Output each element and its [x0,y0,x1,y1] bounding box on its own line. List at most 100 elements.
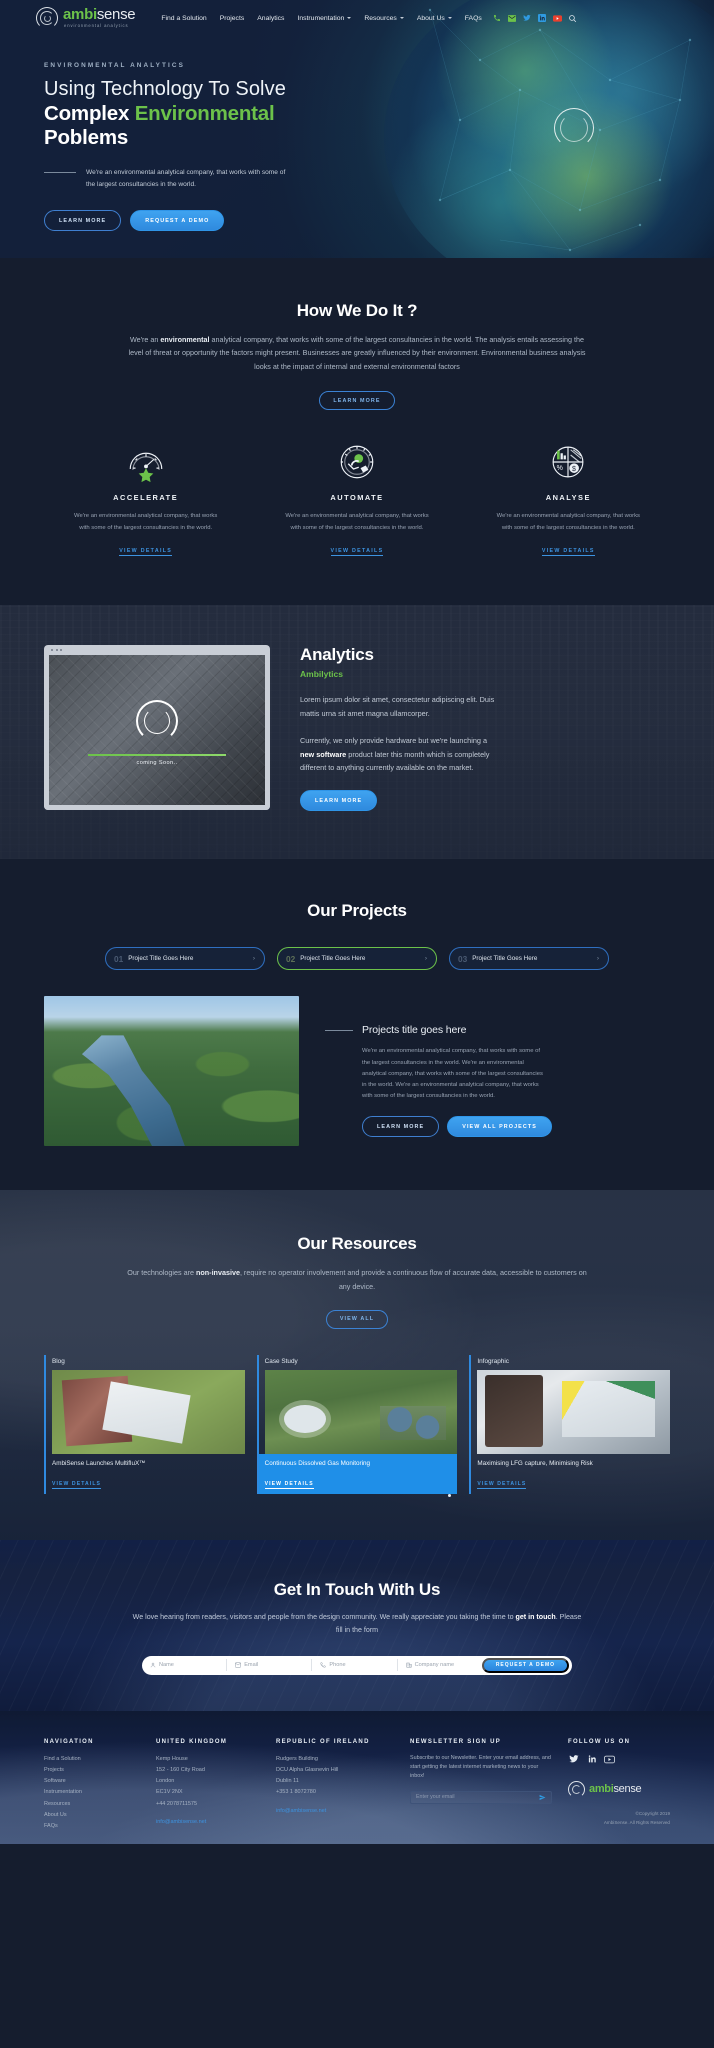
analytics-learn-more-button[interactable]: LEARN MORE [300,790,378,812]
resource-cards: Blog AmbiSense Launches MultifluX™ VIEW … [0,1354,714,1498]
newsletter-description: Subscribe to our Newsletter. Enter your … [410,1754,551,1780]
view-all-projects-button[interactable]: VIEW ALL PROJECTS [447,1116,552,1138]
feature-title: ANALYSE [545,493,591,503]
nav-item-find-a-solution[interactable]: Find a Solution [161,15,206,22]
how-intro-bold: environmental [160,335,210,344]
site-logo[interactable]: ambisense environmental analytics [36,6,136,29]
contact-section-subtitle: We love hearing from readers, visitors a… [132,1611,582,1637]
resource-body: AmbiSense Launches MultifluX™ VIEW DETAI… [52,1454,245,1495]
phone-icon[interactable] [493,14,502,23]
nav-label: Analytics [257,14,285,22]
resources-view-all-button[interactable]: VIEW ALL [325,1309,389,1329]
footer-address-line: 152 - 160 City Road [156,1766,205,1773]
footer-link-resources[interactable]: Resources [44,1799,140,1810]
footer-link-software[interactable]: Software [44,1776,140,1787]
logo-brand-prefix: ambi [63,6,97,24]
analytics-title: Analytics [300,645,374,665]
newsletter-email-input[interactable]: Enter your email [410,1790,552,1804]
resource-view-details-link[interactable]: VIEW DETAILS [477,1481,527,1490]
search-icon[interactable] [568,14,577,23]
footer-link-find-a-solution[interactable]: Find a Solution [44,1754,140,1765]
resources-sub-bold: non-invasive [196,1268,240,1278]
newsletter-placeholder: Enter your email [416,1794,455,1801]
company-name-field[interactable]: Company name [398,1659,482,1671]
project-tab-number: 02 [286,953,296,964]
resource-card-blog[interactable]: Blog AmbiSense Launches MultifluX™ VIEW … [44,1354,245,1495]
footer-link-projects[interactable]: Projects [44,1765,140,1776]
email-icon[interactable] [508,14,517,23]
nav-item-resources[interactable]: Resources [364,15,404,22]
window-dot [55,649,58,652]
nav-label: Instrumentation [297,14,345,22]
project-detail-text: We're an environmental analytical compan… [362,1048,543,1100]
hero-request-demo-button[interactable]: REQUEST A DEMO [130,210,225,232]
email-field[interactable]: Email [227,1659,313,1672]
footer-logo[interactable]: ambisense [568,1780,670,1798]
phone-icon [320,1662,326,1668]
feature-view-details-link[interactable]: VIEW DETAILS [119,548,173,557]
feature-card-analyse[interactable]: % $ ANALYSE We're an environmental analy… [463,440,674,557]
divider-rule [325,1029,353,1031]
resource-thumbnail [264,1369,458,1454]
ambisense-logo-icon [568,1780,585,1798]
projects-section-title: Our Projects [307,901,407,921]
footer-heading: NAVIGATION [44,1738,94,1745]
youtube-icon[interactable] [552,14,562,23]
projects-learn-more-button[interactable]: LEARN MORE [362,1116,440,1138]
header-social-links [493,14,577,23]
hero-description: We're an environmental analytical compan… [86,168,286,188]
resource-body: Maximising LFG capture, Minimising Risk … [477,1454,670,1495]
nav-item-faqs[interactable]: FAQs [465,15,482,22]
resources-section-title: Our Resources [297,1234,417,1254]
page-title: Using Technology To Solve Complex Enviro… [44,78,330,150]
phone-field[interactable]: Phone [312,1659,398,1672]
feature-view-details-link[interactable]: VIEW DETAILS [541,548,595,557]
laptop-frame: coming Soon.. [44,645,270,811]
project-detail-heading: Projects title goes here [325,1024,670,1036]
linkedin-icon[interactable] [586,1754,597,1765]
chevron-right-icon: › [424,955,427,963]
main-navigation: Find a Solution Projects Analytics Instr… [161,15,481,22]
ambisense-logo-icon [36,7,58,29]
contact-section-title: Get In Touch With Us [273,1580,441,1600]
request-demo-submit-button[interactable]: REQUEST A DEMO [481,1657,570,1673]
project-buttons: LEARN MORE VIEW ALL PROJECTS [362,1116,670,1138]
gear-dial-icon [265,440,448,484]
feature-view-details-link[interactable]: VIEW DETAILS [330,548,384,557]
hero-learn-more-button[interactable]: LEARN MORE [44,210,122,232]
chevron-down-icon [399,17,404,19]
svg-text:%: % [557,465,563,472]
feature-card-automate[interactable]: AUTOMATE We're an environmental analytic… [251,440,462,557]
hero-description-row: We're an environmental analytical compan… [44,167,330,190]
feature-text: We're an environmental analytical compan… [496,513,640,531]
project-tab-02[interactable]: 02 Project Title Goes Here › [277,947,437,971]
project-tab-number: 03 [458,953,468,964]
resource-view-details-link[interactable]: VIEW DETAILS [52,1481,102,1490]
resource-view-details-link[interactable]: VIEW DETAILS [264,1481,314,1490]
analytics-p2-pre: Currently, we only provide hardware but … [300,736,488,746]
how-learn-more-button[interactable]: LEARN MORE [319,391,395,411]
resource-card-case-study[interactable]: Case Study Continuous Dissolved Gas Moni… [256,1354,458,1498]
footer-link-instrumentation[interactable]: Instrumentation [44,1787,140,1798]
contact-sub-bold: get in touch [515,1613,556,1622]
building-icon [406,1662,412,1668]
nav-item-projects[interactable]: Projects [220,15,245,22]
resource-card-infographic[interactable]: Infographic Maximising LFG capture, Mini… [469,1354,671,1495]
nav-item-analytics[interactable]: Analytics [257,15,284,22]
project-tab-01[interactable]: 01 Project Title Goes Here › [105,947,265,971]
twitter-icon[interactable] [523,14,532,23]
footer-heading: NEWSLETTER SIGN UP [410,1738,502,1745]
twitter-icon[interactable] [568,1754,579,1765]
nav-item-about-us[interactable]: About Us [417,15,452,22]
linkedin-icon[interactable] [538,14,547,23]
youtube-icon[interactable] [604,1754,615,1765]
hero-buttons: LEARN MORE REQUEST A DEMO [44,210,330,232]
feature-card-accelerate[interactable]: ACCELERATE We're an environmental analyt… [40,440,251,557]
speedometer-star-icon [54,440,237,484]
nav-item-instrumentation[interactable]: Instrumentation [297,14,352,22]
project-tab-label: Project Title Goes Here [128,955,194,963]
carousel-dot[interactable] [447,1493,452,1498]
project-tab-03[interactable]: 03 Project Title Goes Here › [449,947,609,971]
user-icon [150,1662,156,1668]
name-field[interactable]: Name [142,1659,228,1672]
